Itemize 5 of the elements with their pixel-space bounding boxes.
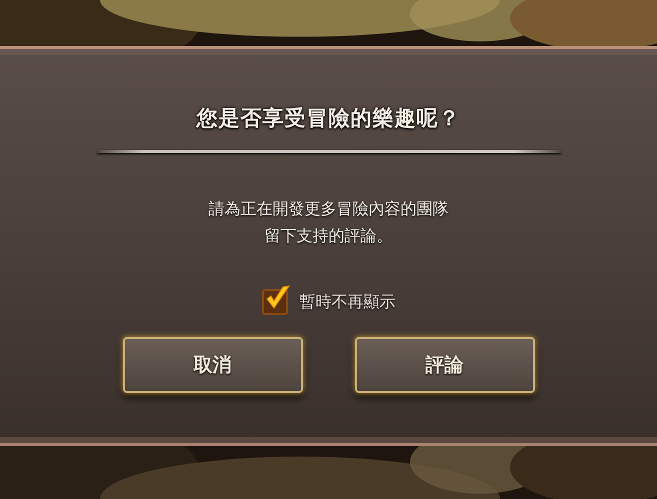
checkbox-label: 暫時不再顯示 [300, 292, 396, 312]
dialog-message: 請為正在開發更多冒險內容的團隊留下支持的評論。 [208, 198, 450, 247]
dialog-title: 您是否享受冒險的樂趣呢？ [196, 104, 460, 132]
review-button[interactable]: 評論 [354, 337, 534, 393]
cancel-button[interactable]: 取消 [122, 337, 302, 393]
